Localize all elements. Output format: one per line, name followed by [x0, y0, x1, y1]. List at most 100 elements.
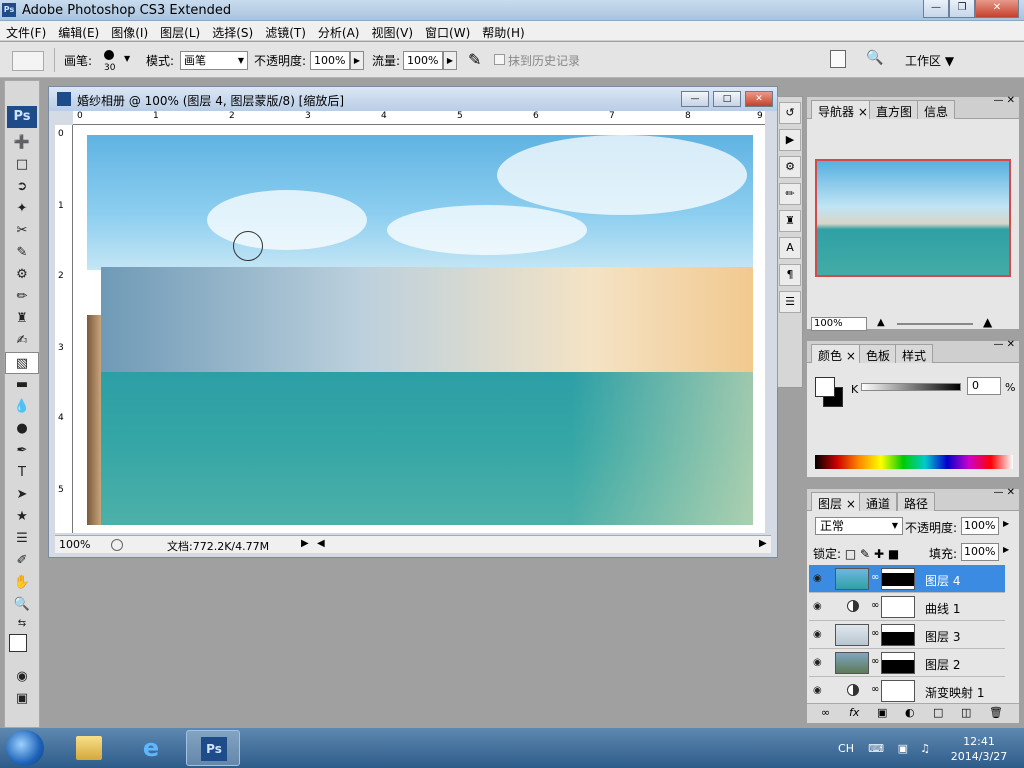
- slice-tool-icon[interactable]: ✎: [5, 242, 39, 264]
- restore-button[interactable]: ❐: [949, 0, 975, 18]
- eyedropper-tool-icon[interactable]: ✐: [5, 550, 39, 572]
- navigator-zoom-slider[interactable]: [897, 323, 973, 325]
- language-indicator[interactable]: CH: [838, 742, 854, 755]
- document-close-button[interactable]: ✕: [745, 91, 773, 107]
- healing-brush-tool-icon[interactable]: ⚙: [5, 264, 39, 286]
- opacity-input[interactable]: 100%: [310, 51, 350, 70]
- status-info-icon[interactable]: [111, 539, 123, 551]
- zoom-tool-icon[interactable]: 🔍: [5, 594, 39, 616]
- flow-arrow-icon[interactable]: ▶: [443, 51, 457, 70]
- menu-select[interactable]: 选择(S): [206, 21, 259, 40]
- scroll-right-icon[interactable]: ▶: [759, 538, 767, 549]
- menu-file[interactable]: 文件(F): [0, 21, 52, 40]
- shape-tool-icon[interactable]: ★: [5, 506, 39, 528]
- zoom-in-icon[interactable]: ▲: [983, 315, 992, 329]
- tab-layers[interactable]: 图层 ×: [811, 492, 863, 511]
- menu-layer[interactable]: 图层(L): [154, 21, 206, 40]
- scroll-left-icon[interactable]: ◀: [317, 538, 325, 549]
- layer-row[interactable]: ◉ ∞ 图层 4: [809, 565, 1005, 593]
- horizontal-ruler[interactable]: 0 1 2 3 4 5 6 7 8 9: [73, 111, 765, 125]
- k-channel-input[interactable]: 0: [967, 377, 1001, 395]
- link-layers-icon[interactable]: ∞: [821, 706, 830, 719]
- hand-tool-icon[interactable]: ✋: [5, 572, 39, 594]
- menu-view[interactable]: 视图(V): [365, 21, 419, 40]
- move-tool-icon[interactable]: ➕: [5, 132, 39, 154]
- tab-swatches[interactable]: 色板: [859, 344, 898, 363]
- layer-mask-thumbnail[interactable]: [881, 652, 915, 674]
- link-icon[interactable]: ∞: [871, 600, 879, 611]
- stamp-tool-icon[interactable]: ♜: [5, 308, 39, 330]
- menu-filter[interactable]: 滤镜(T): [259, 21, 312, 40]
- layer-row[interactable]: ◉ ∞ 渐变映射 1: [809, 677, 1005, 705]
- pen-tool-icon[interactable]: ✒: [5, 440, 39, 462]
- vertical-scrollbar[interactable]: [763, 125, 773, 533]
- adjustment-layer-button-icon[interactable]: ◐: [905, 706, 915, 719]
- delete-layer-icon[interactable]: 🗑: [989, 706, 1003, 719]
- layer-opacity-arrow-icon[interactable]: ▶: [1003, 519, 1009, 528]
- tab-channels[interactable]: 通道: [859, 492, 898, 511]
- canvas[interactable]: [73, 125, 765, 533]
- start-button[interactable]: [6, 730, 44, 766]
- link-icon[interactable]: ∞: [871, 684, 879, 695]
- link-icon[interactable]: ∞: [871, 628, 879, 639]
- layer-style-icon[interactable]: fx: [849, 706, 859, 719]
- fill-arrow-icon[interactable]: ▶: [1003, 545, 1009, 554]
- document-restore-button[interactable]: □: [713, 91, 741, 107]
- actions-panel-icon[interactable]: ▶: [779, 129, 801, 151]
- eraser-preset-icon[interactable]: [12, 51, 44, 71]
- notes-tool-icon[interactable]: ☰: [5, 528, 39, 550]
- explorer-taskbar-button[interactable]: [62, 730, 116, 766]
- history-panel-icon[interactable]: ↺: [779, 102, 801, 124]
- gradient-tool-icon[interactable]: ▬: [5, 374, 39, 396]
- photoshop-taskbar-button[interactable]: Ps: [186, 730, 240, 766]
- image-artboard[interactable]: [87, 135, 753, 525]
- type-tool-icon[interactable]: T: [5, 462, 39, 484]
- document-titlebar[interactable]: 婚纱相册 @ 100% (图层 4, 图层蒙版/8) [缩放后] — □ ✕: [49, 87, 777, 111]
- lock-transparency-icon[interactable]: □: [845, 547, 856, 561]
- status-zoom[interactable]: 100%: [59, 538, 90, 551]
- brush-tool-icon[interactable]: ✏: [5, 286, 39, 308]
- lasso-tool-icon[interactable]: ➲: [5, 176, 39, 198]
- ie-taskbar-button[interactable]: e: [124, 730, 178, 766]
- visibility-eye-icon[interactable]: ◉: [813, 629, 822, 640]
- visibility-eye-icon[interactable]: ◉: [813, 685, 822, 696]
- path-selection-tool-icon[interactable]: ➤: [5, 484, 39, 506]
- menu-window[interactable]: 窗口(W): [419, 21, 476, 40]
- network-icon[interactable]: ▣: [898, 742, 908, 755]
- close-button[interactable]: ✕: [975, 0, 1019, 18]
- layer-row[interactable]: ◉ ∞ 图层 2: [809, 649, 1005, 677]
- opacity-arrow-icon[interactable]: ▶: [350, 51, 364, 70]
- color-spectrum-bar[interactable]: [815, 455, 1013, 469]
- document-minimize-button[interactable]: —: [681, 91, 709, 107]
- character-panel-icon[interactable]: A: [779, 237, 801, 259]
- workspace-button[interactable]: 工作区 ▼: [905, 52, 954, 69]
- eraser-tool-icon[interactable]: ▧: [5, 352, 39, 374]
- visibility-eye-icon[interactable]: ◉: [813, 573, 822, 584]
- tab-histogram[interactable]: 直方图: [869, 100, 920, 119]
- fill-input[interactable]: 100%: [961, 543, 999, 561]
- color-foreground-swatch[interactable]: [815, 377, 835, 397]
- menu-image[interactable]: 图像(I): [105, 21, 154, 40]
- crop-tool-icon[interactable]: ✂: [5, 220, 39, 242]
- layer-mask-thumbnail[interactable]: [881, 624, 915, 646]
- lock-pixels-icon[interactable]: ✎: [860, 547, 870, 561]
- brush-preview-icon[interactable]: [104, 50, 114, 60]
- menu-analysis[interactable]: 分析(A): [312, 21, 366, 40]
- dodge-tool-icon[interactable]: ●: [5, 418, 39, 440]
- quick-mask-icon[interactable]: ◉: [5, 666, 39, 688]
- history-brush-tool-icon[interactable]: ✍: [5, 330, 39, 352]
- foreground-color-swatch[interactable]: [9, 634, 27, 652]
- blur-tool-icon[interactable]: 💧: [5, 396, 39, 418]
- k-channel-slider[interactable]: [861, 383, 961, 391]
- layer-comps-panel-icon[interactable]: ☰: [779, 291, 801, 313]
- keyboard-icon[interactable]: ⌨: [868, 742, 884, 755]
- clock[interactable]: 12:41 2014/3/27: [944, 734, 1014, 764]
- tab-info[interactable]: 信息: [917, 100, 956, 119]
- mode-select[interactable]: 画笔 ▼: [180, 51, 248, 70]
- volume-icon[interactable]: ♫: [920, 742, 930, 755]
- airbrush-icon[interactable]: ✎: [468, 50, 481, 69]
- marquee-tool-icon[interactable]: □: [5, 154, 39, 176]
- layer-mask-thumbnail[interactable]: [881, 596, 915, 618]
- navigator-zoom-input[interactable]: 100%: [811, 317, 867, 331]
- visibility-eye-icon[interactable]: ◉: [813, 657, 822, 668]
